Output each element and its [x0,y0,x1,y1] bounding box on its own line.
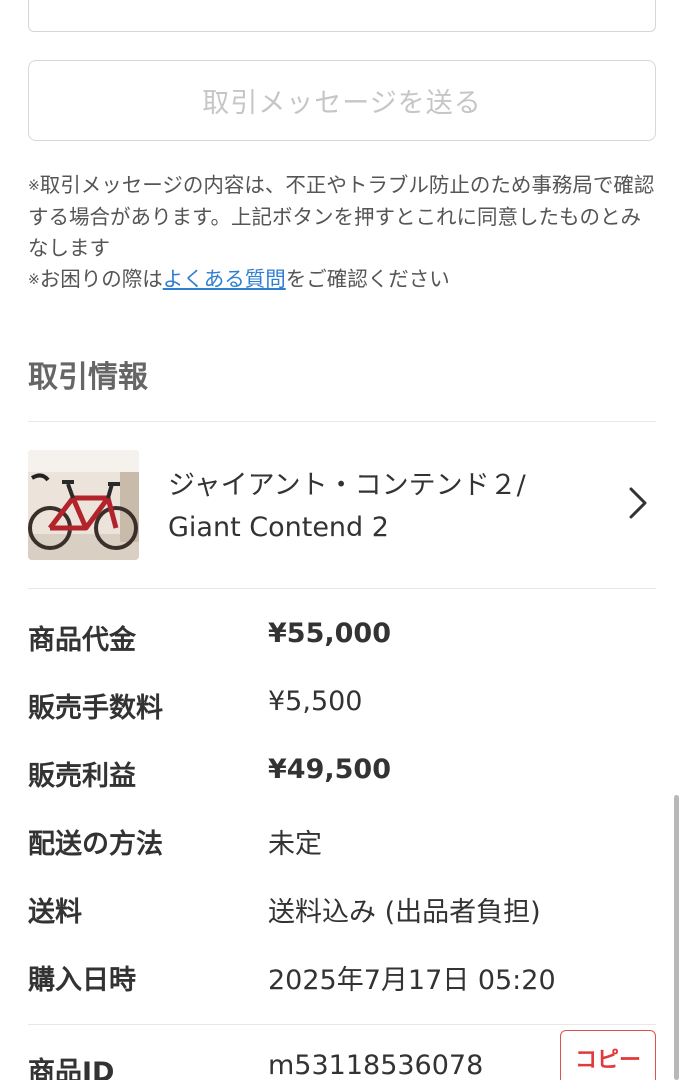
chevron-right-icon [629,487,647,519]
info-label: 商品ID [28,1057,115,1080]
info-label: 販売利益 [28,761,136,792]
notice-text-2a: お困りの際は [39,267,163,291]
notice-line-2: ※お困りの際はよくある質問をご確認ください [28,264,658,296]
bicycle-photo [28,450,139,560]
scrollbar[interactable] [674,795,679,1080]
info-value: 未定 [268,829,322,860]
divider [28,588,656,589]
item-thumbnail [28,450,139,560]
divider [28,1024,656,1025]
notice-mark: ※ [28,272,40,288]
message-textarea[interactable] [28,0,656,32]
faq-link[interactable]: よくある質問 [163,267,286,291]
notice-text-2b: をご確認ください [285,267,450,291]
info-value: 2025年7月17日 05:20 [268,965,556,996]
product-id-value: m53118536078 [268,1050,484,1080]
item-title: ジャイアント・コンテンド２/ Giant Contend 2 [168,470,526,543]
info-row-shipping-method: 配送の方法 未定 [28,822,656,862]
info-row-product-id: 商品ID m53118536078 コピー [28,1030,656,1080]
info-label: 購入日時 [28,965,136,996]
message-notice: ※取引メッセージの内容は、不正やトラブル防止のため事務局で確認する場合があります… [28,170,658,296]
transaction-page: 取引メッセージを送る ※取引メッセージの内容は、不正やトラブル防止のため事務局で… [0,0,681,1080]
notice-line-1: ※取引メッセージの内容は、不正やトラブル防止のため事務局で確認する場合があります… [28,170,658,264]
info-label: 送料 [28,897,82,928]
send-message-button[interactable]: 取引メッセージを送る [28,60,656,141]
info-value: ¥5,500 [268,686,363,717]
info-value: 送料込み (出品者負担) [268,897,541,928]
info-row-shipping-fee: 送料 送料込み (出品者負担) [28,890,656,930]
info-row-price: 商品代金 ¥55,000 [28,618,656,658]
item-row[interactable]: ジャイアント・コンテンド２/ Giant Contend 2 [28,440,656,570]
notice-text-1: 取引メッセージの内容は、不正やトラブル防止のため事務局で確認する場合があります。… [28,173,655,260]
info-label: 販売手数料 [28,693,163,724]
divider [28,421,656,422]
info-row-profit: 販売利益 ¥49,500 [28,754,656,794]
info-label: 商品代金 [28,625,136,656]
copy-button[interactable]: コピー [560,1030,656,1080]
info-row-purchase-date: 購入日時 2025年7月17日 05:20 [28,958,656,998]
info-row-fee: 販売手数料 ¥5,500 [28,686,656,726]
info-label: 配送の方法 [28,829,163,860]
info-value: ¥55,000 [268,618,391,649]
section-title: 取引情報 [28,360,148,395]
notice-mark: ※ [28,178,40,194]
info-value: ¥49,500 [268,754,391,785]
